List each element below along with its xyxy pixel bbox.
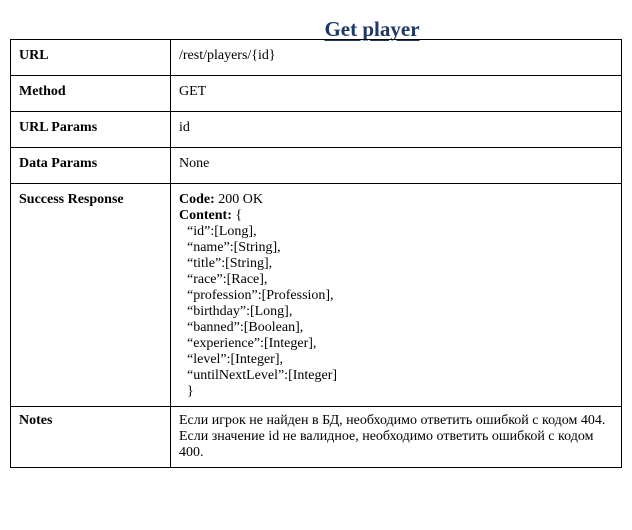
api-spec-table: URL /rest/players/{id} Method GET URL Pa… xyxy=(10,39,622,468)
row-value-method: GET xyxy=(170,75,622,112)
table-row-success-response: Success Response Code: 200 OK Content: {… xyxy=(10,183,622,407)
row-key-url-params: URL Params xyxy=(10,111,171,148)
response-content-open: { xyxy=(231,208,243,223)
response-field-line: “birthday”:[Long], xyxy=(187,304,293,319)
row-value-success-response: Code: 200 OK Content: { “id”:[Long], “nam… xyxy=(170,183,622,407)
response-fields-list: “id”:[Long], “name”:[String], “title”:[Str… xyxy=(179,224,613,384)
row-value-notes: Если игрок не найден в БД, необходимо от… xyxy=(170,406,622,468)
note-line-2: Если значение id не валидное, необходимо… xyxy=(179,429,594,460)
response-field-line: “race”:[Race], xyxy=(187,272,268,287)
table-row-method: Method GET xyxy=(10,75,622,112)
row-value-data-params: None xyxy=(170,147,622,184)
response-field-line: “banned”:[Boolean], xyxy=(187,320,304,335)
response-field-line: “profession”:[Profession], xyxy=(187,288,334,303)
row-key-success-response: Success Response xyxy=(10,183,171,407)
table-row-data-params: Data Params None xyxy=(10,147,622,184)
response-content-label: Content: xyxy=(179,208,232,223)
table-row-url: URL /rest/players/{id} xyxy=(10,39,622,76)
row-key-notes: Notes xyxy=(10,406,171,468)
response-field-line: “name”:[String], xyxy=(187,240,281,255)
response-code-value: 200 OK xyxy=(214,192,264,207)
page-title: Get player xyxy=(324,17,420,41)
row-key-method: Method xyxy=(10,75,171,112)
response-field-line: “id”:[Long], xyxy=(187,224,257,239)
table-row-url-params: URL Params id xyxy=(10,111,622,148)
response-code-line: Code: 200 OK xyxy=(179,192,613,208)
row-value-url-params: id xyxy=(170,111,622,148)
document-page: Get player URL /rest/players/{id} Method… xyxy=(0,0,632,530)
table-row-notes: Notes Если игрок не найден в БД, необход… xyxy=(10,406,622,468)
response-code-label: Code: xyxy=(179,192,215,207)
response-field-line: “untilNextLevel”:[Integer] xyxy=(187,368,338,383)
response-content-line: Content: { xyxy=(179,208,613,224)
note-line-1: Если игрок не найден в БД, необходимо от… xyxy=(179,413,606,428)
response-field-line: “level”:[Integer], xyxy=(187,352,283,367)
response-field-line: “experience”:[Integer], xyxy=(187,336,317,351)
row-key-url: URL xyxy=(10,39,171,76)
response-field-line: “title”:[String], xyxy=(187,256,273,271)
row-value-url: /rest/players/{id} xyxy=(170,39,622,76)
response-content-close: } xyxy=(187,384,194,399)
row-key-data-params: Data Params xyxy=(10,147,171,184)
